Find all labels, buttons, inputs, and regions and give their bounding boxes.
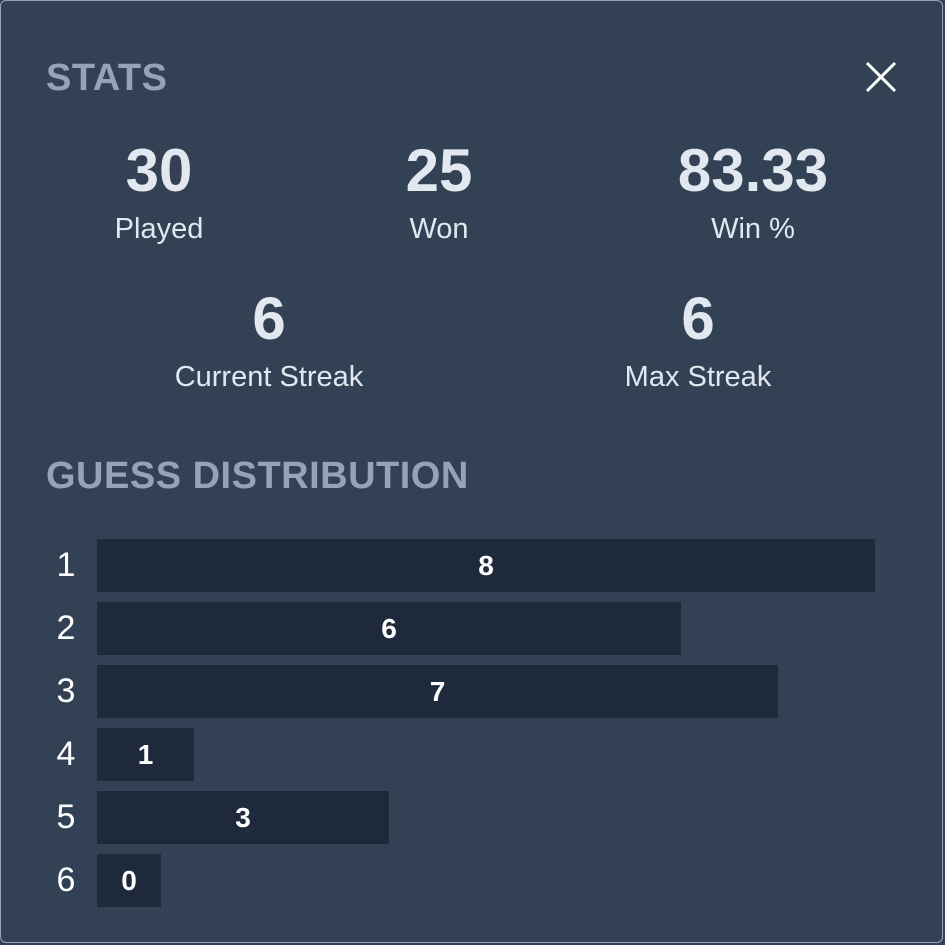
guess-bar: 1 [97, 728, 194, 781]
stat-label: Current Streak [174, 361, 364, 393]
stat-played: 30 Played [9, 141, 309, 244]
stat-label: Max Streak [624, 361, 772, 393]
guess-number: 1 [56, 546, 76, 584]
guess-number: 5 [56, 798, 76, 836]
stats-modal: STATS 30 Played 25 Won 83.33 Win % 6 Cur… [0, 0, 943, 943]
guess-bar: 7 [97, 665, 778, 718]
guess-bar: 3 [97, 791, 389, 844]
stat-value: 25 [405, 137, 473, 204]
guess-bar: 8 [97, 539, 875, 592]
stat-label: Win % [711, 213, 795, 245]
close-button[interactable] [862, 58, 900, 96]
stat-value: 30 [125, 137, 193, 204]
stat-win-percent: 83.33 Win % [603, 141, 903, 244]
guess-number: 4 [56, 735, 76, 773]
guess-distribution-title: GUESS DISTRIBUTION [46, 455, 469, 497]
guess-number: 6 [56, 861, 76, 899]
stat-value: 6 [681, 285, 715, 352]
guess-number: 3 [56, 672, 76, 710]
stat-label: Won [409, 213, 469, 245]
stat-max-streak: 6 Max Streak [548, 289, 848, 392]
guess-bar: 0 [97, 854, 161, 907]
stat-won: 25 Won [289, 141, 589, 244]
stat-value: 83.33 [677, 137, 829, 204]
stat-label: Played [114, 213, 204, 245]
guess-number: 2 [56, 609, 76, 647]
stat-current-streak: 6 Current Streak [119, 289, 419, 392]
stats-title: STATS [46, 57, 168, 99]
stat-value: 6 [252, 285, 286, 352]
close-icon [865, 61, 897, 93]
guess-bar: 6 [97, 602, 681, 655]
